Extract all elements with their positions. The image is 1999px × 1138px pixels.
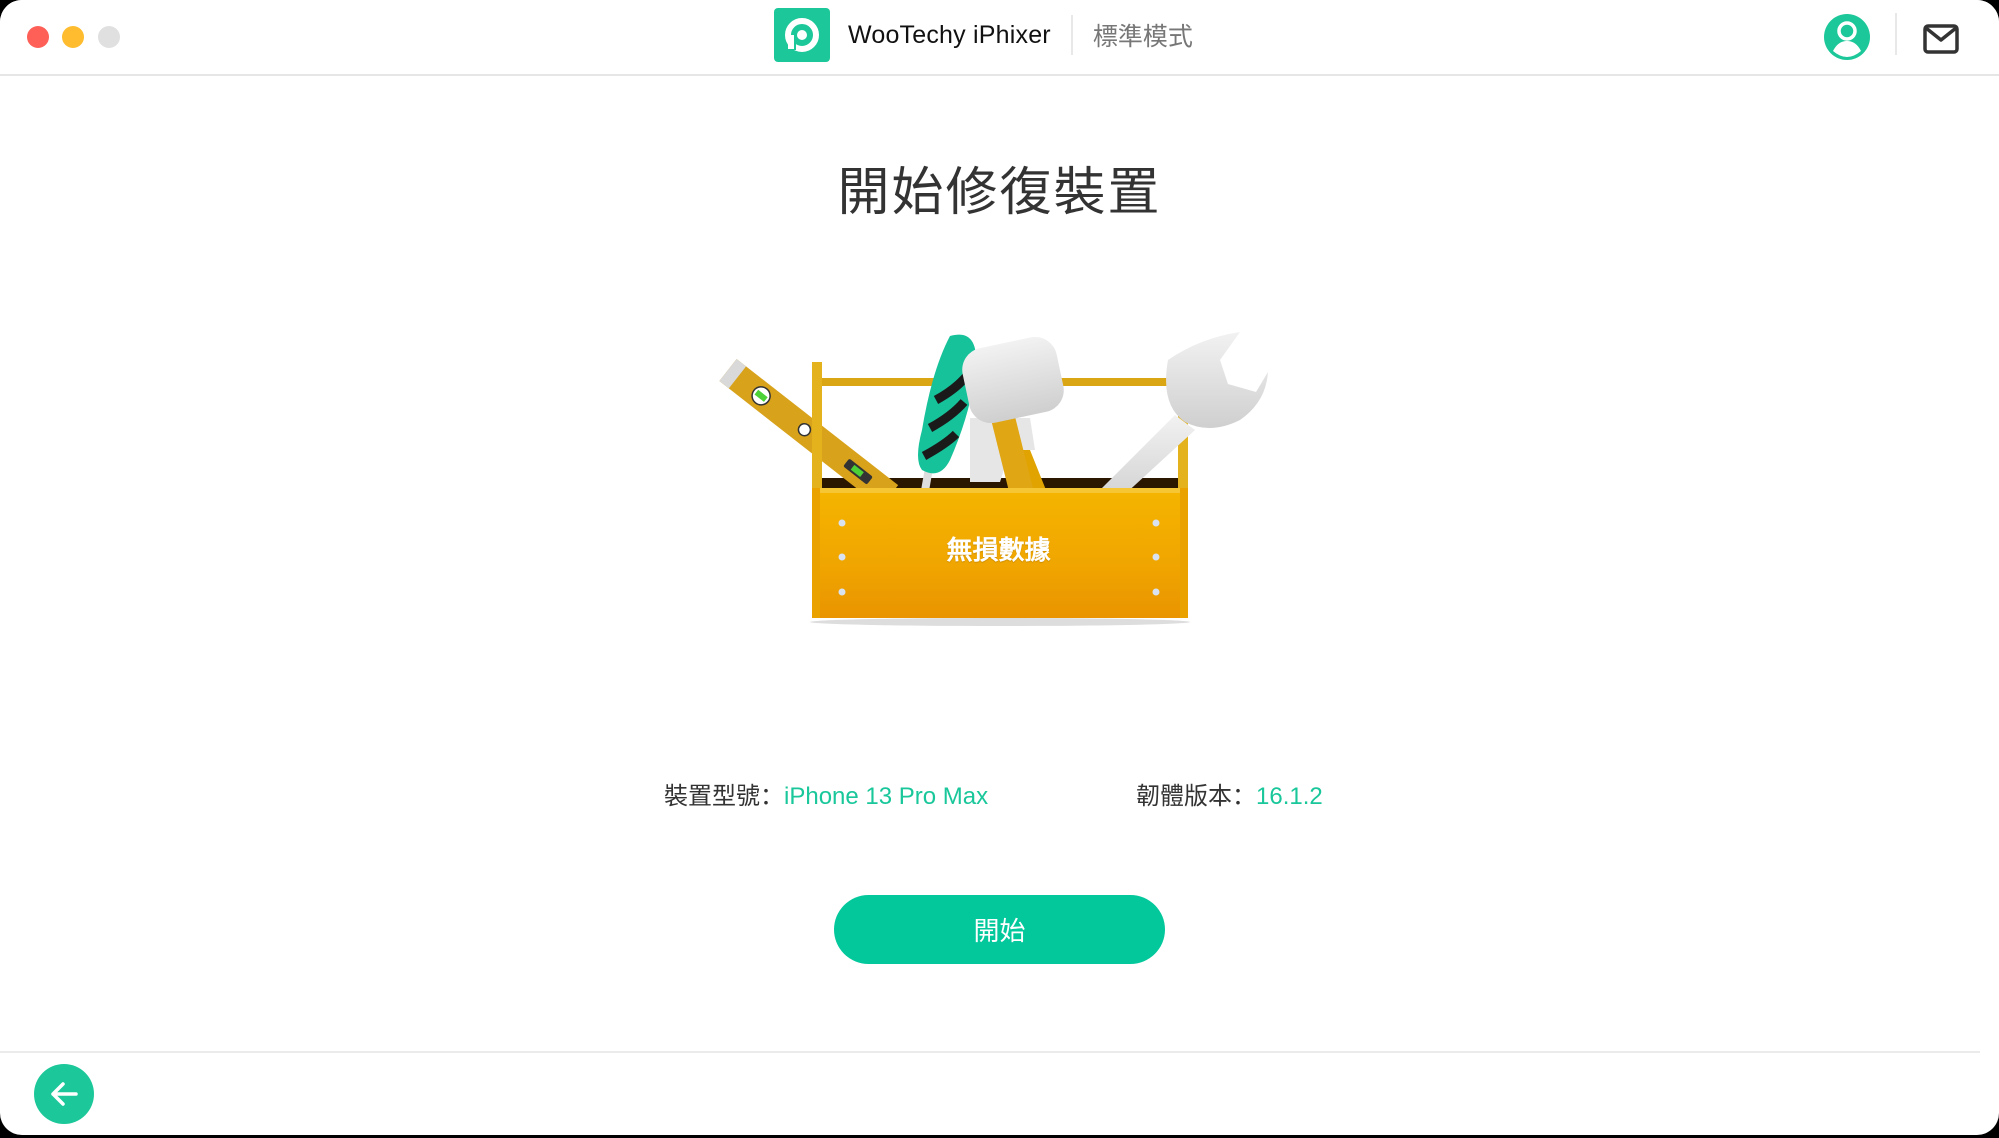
- brand-divider: [1070, 15, 1073, 55]
- device-model-value: iPhone 13 Pro Max: [784, 783, 989, 810]
- header-divider: [1895, 13, 1897, 55]
- device-model-label: 裝置型號：: [664, 782, 784, 810]
- brand: WooTechy iPhixer 標準模式: [774, 7, 1193, 63]
- firmware-version-label: 韌體版本：: [1136, 782, 1256, 810]
- device-model: 裝置型號：iPhone 13 Pro Max: [664, 776, 988, 811]
- start-button[interactable]: 開始: [834, 895, 1165, 964]
- user-avatar-icon[interactable]: [1824, 14, 1870, 60]
- window-minimize-button[interactable]: [62, 26, 84, 48]
- toolbox-icon: [719, 332, 1268, 626]
- arrow-left-icon: [51, 1082, 78, 1106]
- toolbox-label: 無損數據: [946, 536, 1051, 566]
- firmware-version: 韌體版本：16.1.2: [1136, 776, 1323, 811]
- page-title: 開始修復裝置: [837, 163, 1162, 223]
- hammer-tool: [962, 336, 1064, 500]
- toolbox-handle-left-post: [812, 362, 822, 502]
- firmware-version-value: 16.1.2: [1256, 783, 1323, 810]
- p-logo-icon: [774, 8, 830, 62]
- title-bar: WooTechy iPhixer 標準模式: [0, 0, 1999, 76]
- window-close-button[interactable]: [27, 26, 49, 48]
- mail-icon[interactable]: [1923, 24, 1959, 54]
- back-button[interactable]: [34, 1064, 94, 1124]
- window-maximize-button[interactable]: [98, 26, 120, 48]
- mode-label: 標準模式: [1092, 22, 1193, 51]
- app-name: WooTechy iPhixer: [848, 20, 1051, 49]
- footer-divider: [0, 1051, 1980, 1053]
- app-window: WooTechy iPhixer 標準模式 開始修復裝置 無損數據 裝置型號：i…: [0, 0, 1999, 1135]
